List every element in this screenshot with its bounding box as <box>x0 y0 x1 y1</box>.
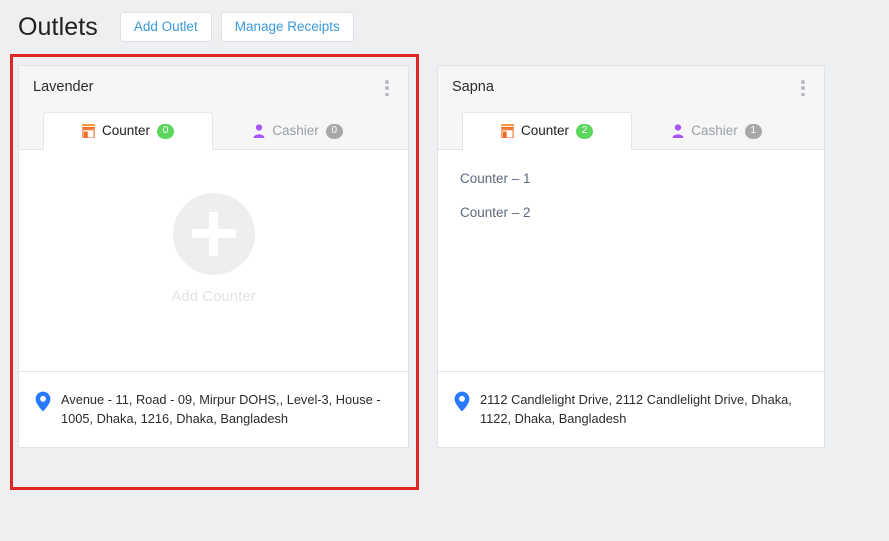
outlet-address-row: Avenue - 11, Road - 09, Mirpur DOHS,, Le… <box>19 370 408 448</box>
manage-receipts-button[interactable]: Manage Receipts <box>220 11 354 43</box>
map-pin-icon <box>35 391 51 411</box>
outlet-tabs: Counter 2 Cashier 1 <box>452 111 810 151</box>
map-pin-icon <box>454 391 470 411</box>
outlet-card-body: Add Counter <box>19 149 408 371</box>
outlet-address-row: 2112 Candlelight Drive, 2112 Candlelight… <box>438 370 824 448</box>
outlet-card-slot: Sapna Counter 2 Cashier 1 Counter – 1 Co… <box>427 54 837 449</box>
tab-cashier-label: Cashier <box>272 123 319 139</box>
page-title: Outlets <box>18 12 98 41</box>
outlets-grid: Lavender Counter 0 Cashier 0 Add Counter… <box>0 54 889 449</box>
outlet-tabs: Counter 0 Cashier 0 <box>33 111 394 151</box>
tab-counter-badge: 2 <box>576 123 594 139</box>
counter-list: Counter – 1 Counter – 2 <box>438 150 824 220</box>
tab-counter-badge: 0 <box>157 123 175 139</box>
cashier-user-icon <box>253 124 265 138</box>
page-header: Outlets Add Outlet Manage Receipts <box>0 0 889 43</box>
shop-counter-icon <box>82 124 95 138</box>
outlet-card-body: Counter – 1 Counter – 2 <box>438 149 824 371</box>
outlet-card-header: Sapna Counter 2 Cashier 1 <box>438 66 824 151</box>
tab-counter[interactable]: Counter 0 <box>43 111 213 151</box>
list-item[interactable]: Counter – 2 <box>460 206 824 220</box>
shop-counter-icon <box>501 124 514 138</box>
kebab-menu-icon[interactable] <box>380 80 394 96</box>
outlet-card-slot: Lavender Counter 0 Cashier 0 Add Counter… <box>0 54 427 449</box>
list-item[interactable]: Counter – 1 <box>460 171 824 186</box>
add-outlet-button[interactable]: Add Outlet <box>119 11 212 43</box>
plus-icon <box>191 211 236 256</box>
outlet-card-header: Lavender Counter 0 Cashier 0 <box>19 66 408 151</box>
cashier-user-icon <box>672 124 684 138</box>
tab-cashier-badge: 0 <box>325 123 343 139</box>
outlet-address: 2112 Candlelight Drive, 2112 Candlelight… <box>480 391 792 427</box>
tab-cashier-label: Cashier <box>691 123 738 139</box>
kebab-menu-icon[interactable] <box>796 80 810 96</box>
tab-counter-label: Counter <box>101 123 151 139</box>
tab-cashier[interactable]: Cashier 1 <box>632 112 802 150</box>
outlet-name: Sapna <box>452 79 494 95</box>
outlet-name: Lavender <box>33 79 94 95</box>
tab-counter[interactable]: Counter 2 <box>462 111 632 151</box>
outlet-address: Avenue - 11, Road - 09, Mirpur DOHS,, Le… <box>61 391 381 427</box>
add-counter-label: Add Counter <box>171 287 256 305</box>
tab-counter-label: Counter <box>520 123 570 139</box>
outlet-card-lavender: Lavender Counter 0 Cashier 0 Add Counter… <box>18 65 409 449</box>
tab-cashier[interactable]: Cashier 0 <box>213 112 383 150</box>
tab-cashier-badge: 1 <box>744 123 762 139</box>
outlet-card-sapna: Sapna Counter 2 Cashier 1 Counter – 1 Co… <box>437 65 825 449</box>
add-counter-button[interactable] <box>172 192 255 275</box>
